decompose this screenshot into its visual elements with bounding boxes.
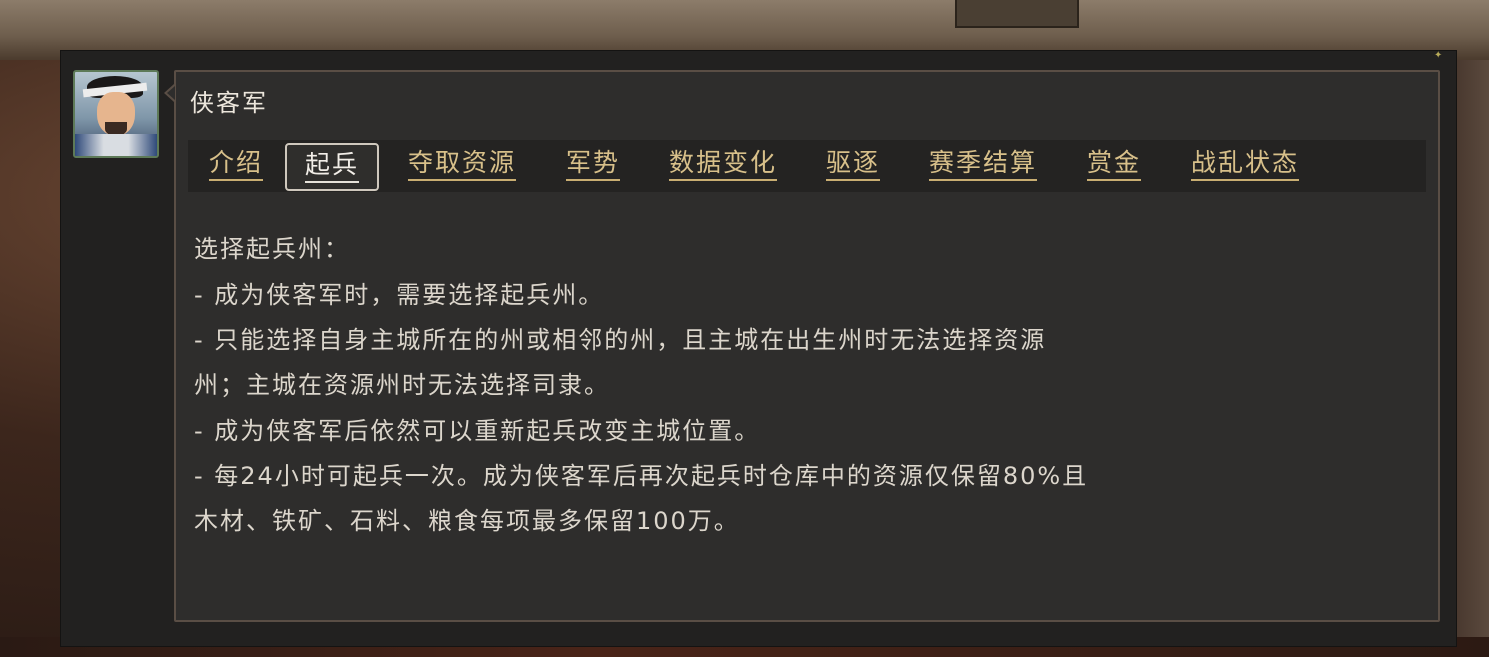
- tab-label: 夺取资源: [407, 147, 516, 181]
- tab-army-momentum[interactable]: 军势: [555, 143, 631, 191]
- tab-intro[interactable]: 介绍: [198, 143, 274, 191]
- content-line: - 成为侠客军后依然可以重新起兵改变主城位置。: [194, 417, 761, 445]
- tab-label: 战乱状态: [1190, 147, 1299, 181]
- content-line: 州；主城在资源州时无法选择司隶。: [194, 371, 610, 399]
- background-sign: [955, 0, 1079, 28]
- hero-avatar: [73, 70, 159, 158]
- tab-label: 介绍: [208, 147, 263, 181]
- content-heading: 选择起兵州：: [194, 235, 350, 263]
- tab-data-changes[interactable]: 数据变化: [649, 143, 797, 191]
- tab-label: 军势: [565, 147, 620, 181]
- panel-title: 侠客军: [190, 89, 268, 117]
- tab-label: 赏金: [1086, 147, 1141, 181]
- tab-label: 驱逐: [825, 147, 880, 181]
- tab-raise-army[interactable]: 起兵: [285, 143, 379, 191]
- tab-seize-resources[interactable]: 夺取资源: [388, 143, 536, 191]
- tab-war-status[interactable]: 战乱状态: [1170, 143, 1320, 191]
- content-line: - 成为侠客军时，需要选择起兵州。: [194, 281, 605, 309]
- corner-ornament-icon: ✦: [1434, 50, 1443, 61]
- content-line: - 只能选择自身主城所在的州或相邻的州，且主城在出生州时无法选择资源: [194, 326, 1047, 354]
- content-line: 木材、铁矿、石料、粮食每项最多保留100万。: [194, 507, 740, 535]
- tab-label: 起兵: [304, 149, 359, 183]
- tab-season-settlement[interactable]: 赛季结算: [909, 143, 1057, 191]
- tab-label: 数据变化: [668, 147, 777, 181]
- content-line: - 每24小时可起兵一次。成为侠客军后再次起兵时仓库中的资源仅保留80%且: [194, 462, 1089, 490]
- tab-bounty[interactable]: 赏金: [1076, 143, 1152, 191]
- tab-label: 赛季结算: [928, 147, 1037, 181]
- tab-expel[interactable]: 驱逐: [815, 143, 891, 191]
